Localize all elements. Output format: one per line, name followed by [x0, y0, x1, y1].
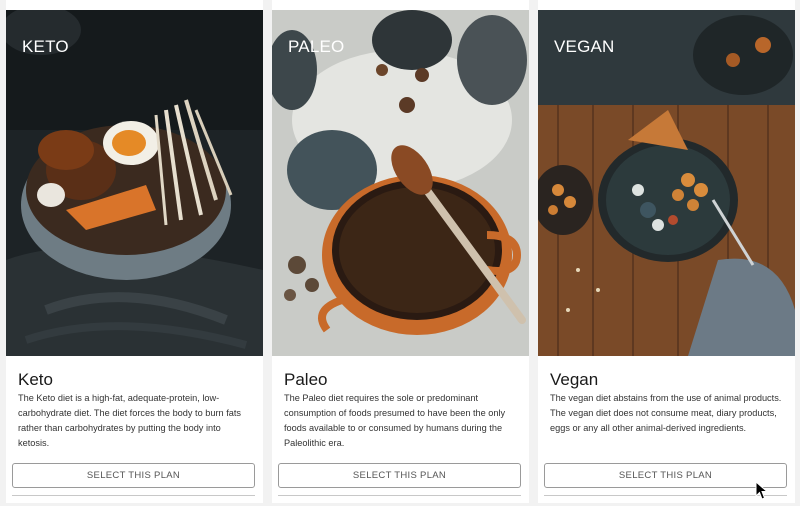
- vegan-description: The vegan diet abstains from the use of …: [550, 393, 782, 433]
- divider: [12, 495, 255, 496]
- plan-cards: KETO Keto The Keto diet is a high-fat, a…: [0, 0, 800, 503]
- paleo-photo-label: PALEO: [288, 37, 345, 56]
- keto-description: The Keto diet is a high-fat, adequate-pr…: [18, 393, 242, 448]
- paleo-photo: PALEO: [272, 10, 529, 356]
- plan-card-keto: KETO Keto The Keto diet is a high-fat, a…: [6, 0, 263, 503]
- select-paleo-plan-button[interactable]: SELECT THIS PLAN: [278, 463, 521, 488]
- vegan-photo: VEGAN: [538, 10, 795, 356]
- select-keto-plan-button[interactable]: SELECT THIS PLAN: [12, 463, 255, 488]
- paleo-description: The Paleo diet requires the sole or pred…: [284, 393, 506, 448]
- keto-photo: KETO: [6, 10, 263, 356]
- mouse-pointer-icon: [755, 480, 769, 506]
- divider: [544, 495, 787, 496]
- plan-card-vegan: VEGAN Vegan The vegan diet abstains from…: [538, 0, 795, 503]
- select-vegan-plan-button[interactable]: SELECT THIS PLAN: [544, 463, 787, 488]
- plan-card-paleo: PALEO Paleo The Paleo diet requires the …: [272, 0, 529, 503]
- keto-title: Keto: [18, 370, 53, 389]
- paleo-title: Paleo: [284, 370, 328, 389]
- divider: [278, 495, 521, 496]
- keto-photo-label: KETO: [22, 37, 69, 56]
- vegan-title: Vegan: [550, 370, 599, 389]
- vegan-photo-label: VEGAN: [554, 37, 615, 56]
